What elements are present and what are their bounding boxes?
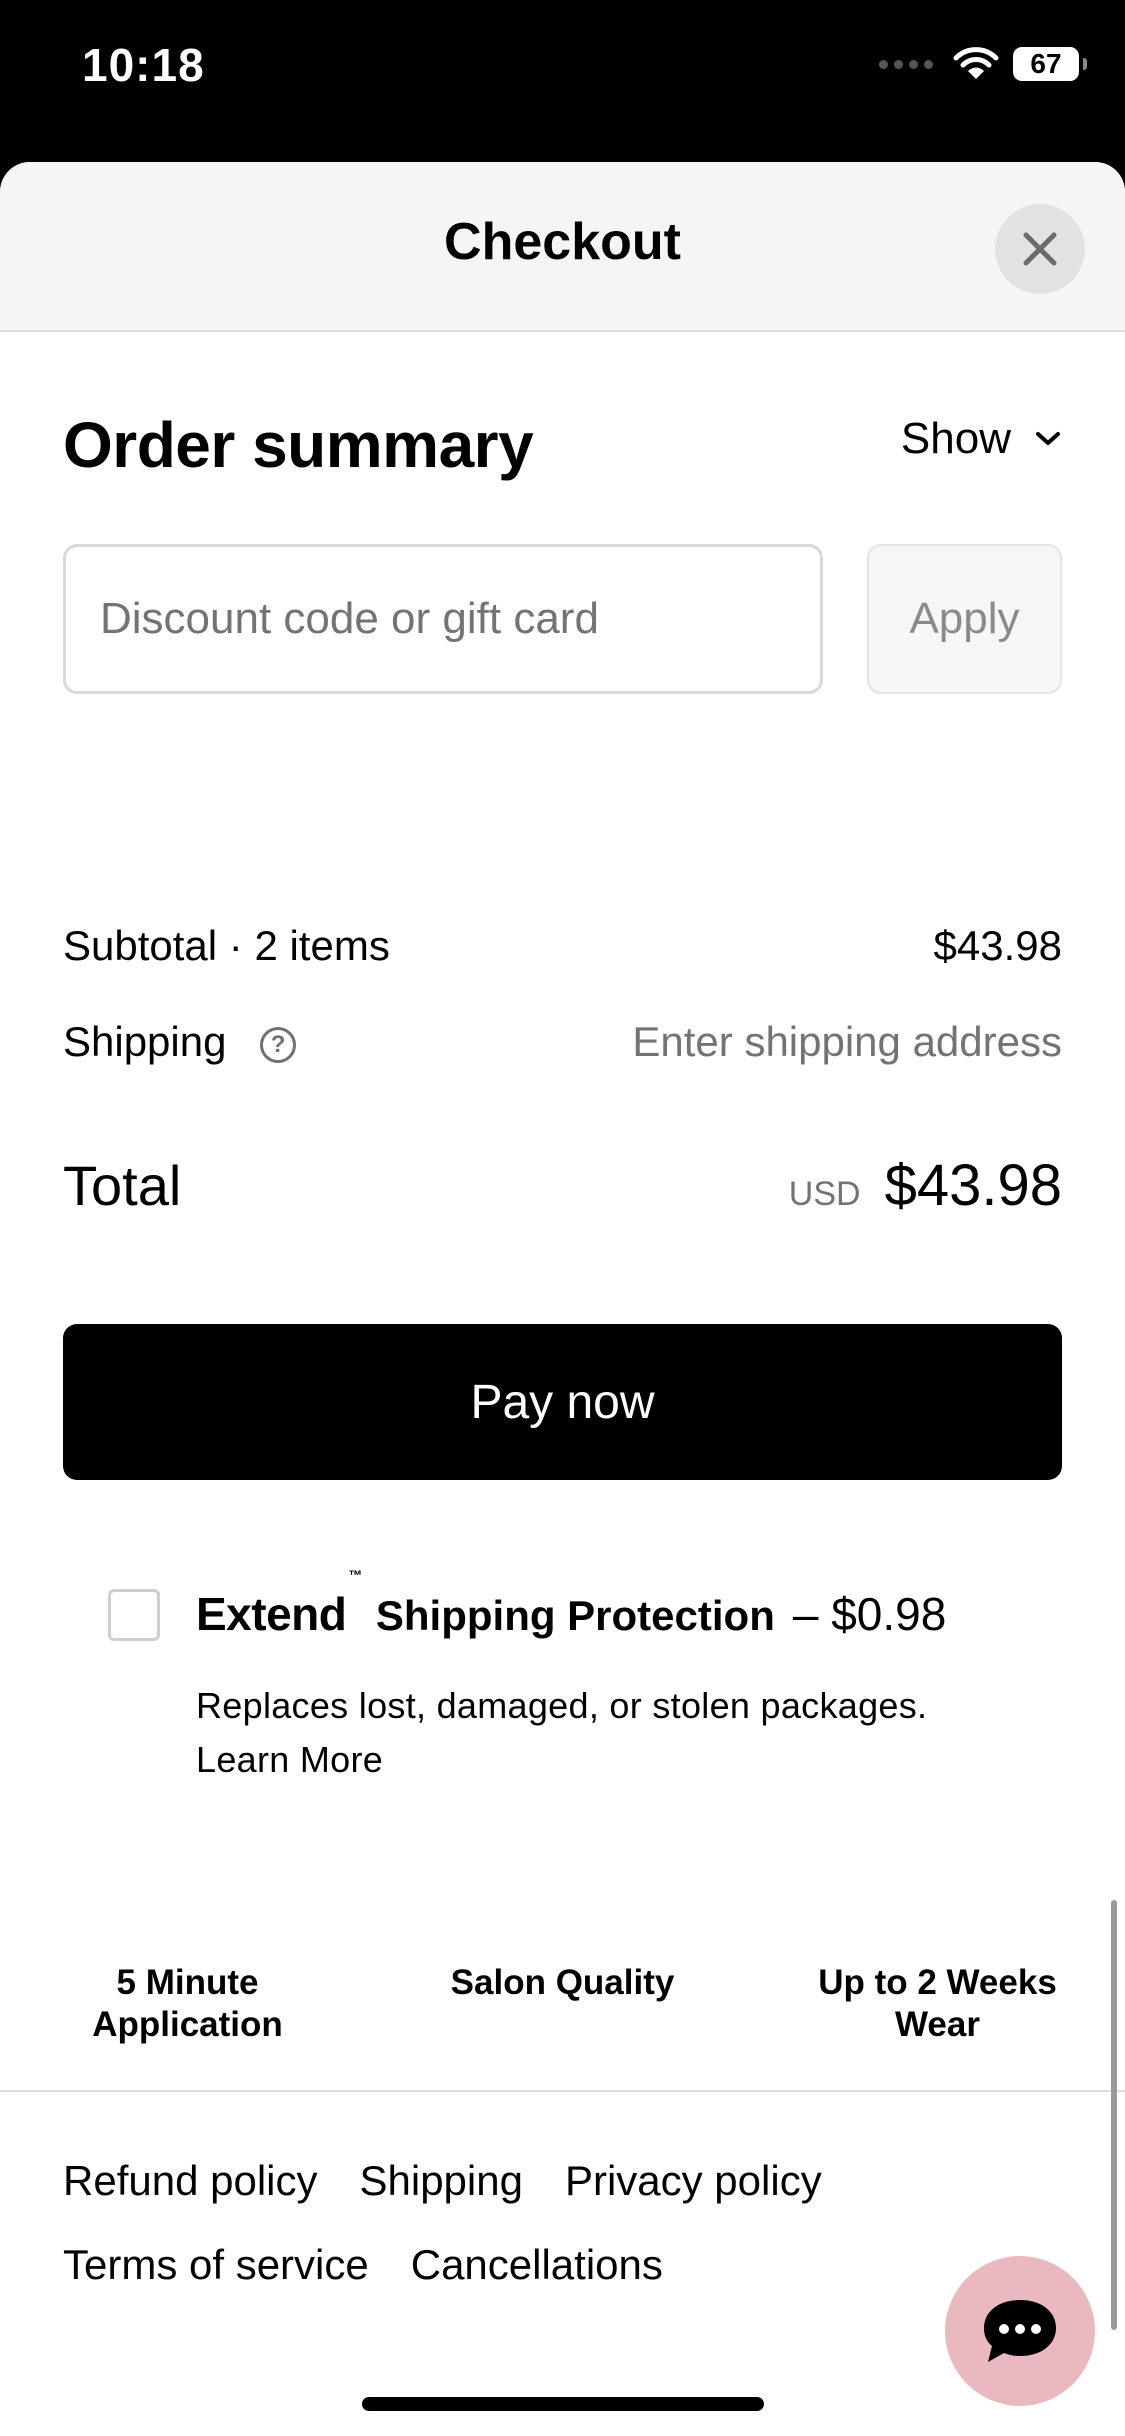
shipping-value: Enter shipping address: [632, 1018, 1062, 1065]
sheet-header: Checkout: [0, 162, 1125, 332]
feature-item: Salon Quality: [375, 1962, 750, 2090]
scrollbar[interactable]: [1111, 1900, 1117, 2330]
subtotal-value: $43.98: [933, 922, 1062, 969]
apply-button[interactable]: Apply: [867, 544, 1062, 694]
pay-now-button[interactable]: Pay now: [63, 1324, 1062, 1480]
shipping-label-group: Shipping ?: [63, 1018, 297, 1066]
page-title: Checkout: [444, 213, 681, 271]
cancellations-link[interactable]: Cancellations: [411, 2241, 663, 2289]
protection-description-text: Replaces lost, damaged, or stolen packag…: [196, 1685, 928, 1726]
close-button[interactable]: [995, 204, 1085, 294]
terms-of-service-link[interactable]: Terms of service: [63, 2241, 369, 2289]
shipping-policy-link[interactable]: Shipping: [359, 2157, 522, 2205]
shipping-protection-description: Replaces lost, damaged, or stolen packag…: [196, 1679, 927, 1787]
home-indicator[interactable]: [362, 2397, 764, 2411]
order-summary-toggle[interactable]: Show: [901, 414, 1061, 464]
total-value: $43.98: [884, 1153, 1062, 1218]
order-summary-title: Order summary: [63, 409, 534, 481]
feature-line: Application: [92, 2005, 283, 2044]
feature-item: Up to 2 Weeks Wear: [750, 1962, 1125, 2090]
total-amount: USD $43.98: [789, 1152, 1062, 1219]
close-icon: [1023, 232, 1057, 266]
privacy-policy-link[interactable]: Privacy policy: [565, 2157, 822, 2205]
wifi-icon: [953, 47, 999, 79]
shipping-label: Shipping: [63, 1018, 227, 1065]
total-label: Total: [63, 1154, 182, 1217]
shipping-protection-price: – $0.98: [792, 1588, 947, 1640]
feature-line: Salon Quality: [450, 1963, 675, 2002]
feature-strip: 5 Minute Application Salon Quality Up to…: [0, 1962, 1125, 2092]
checkout-sheet: Checkout Order summary Show Discount cod…: [0, 162, 1125, 2436]
status-bar: 10:18 67: [0, 0, 1125, 160]
discount-code-input[interactable]: Discount code or gift card: [63, 544, 823, 694]
learn-more-link[interactable]: Learn More: [196, 1733, 927, 1787]
chevron-down-icon: [1036, 432, 1060, 445]
currency-code: USD: [788, 1175, 861, 1213]
shipping-protection-checkbox[interactable]: [108, 1589, 160, 1641]
subtotal-label: Subtotal · 2 items: [63, 922, 390, 969]
toggle-label: Show: [900, 414, 1011, 463]
cellular-signal-icon: [879, 59, 933, 69]
status-icons: 67: [879, 46, 1087, 82]
shipping-protection-line: Extend™ Shipping Protection – $0.98: [196, 1567, 947, 1641]
feature-item: 5 Minute Application: [0, 1962, 375, 2090]
help-icon[interactable]: ?: [260, 1026, 297, 1063]
extend-logo: Extend™: [196, 1567, 362, 1640]
footer-links: Refund policy Shipping Privacy policy Te…: [63, 2157, 1063, 2289]
feature-line: Wear: [895, 2005, 980, 2044]
chat-icon: [984, 2300, 1056, 2362]
status-time: 10:18: [82, 39, 205, 91]
feature-line: 5 Minute: [116, 1963, 259, 2002]
subtotal-row: Subtotal · 2 items $43.98: [63, 922, 1062, 970]
total-row: Total USD $43.98: [63, 1152, 1062, 1219]
battery-icon: 67: [1013, 47, 1087, 81]
shipping-protection-name: Shipping Protection: [375, 1592, 775, 1639]
feature-line: Up to 2 Weeks: [818, 1963, 1057, 2002]
trademark-symbol: ™: [348, 1567, 362, 1583]
chat-button[interactable]: [945, 2256, 1095, 2406]
shipping-row: Shipping ? Enter shipping address: [63, 1018, 1062, 1066]
refund-policy-link[interactable]: Refund policy: [63, 2157, 317, 2205]
